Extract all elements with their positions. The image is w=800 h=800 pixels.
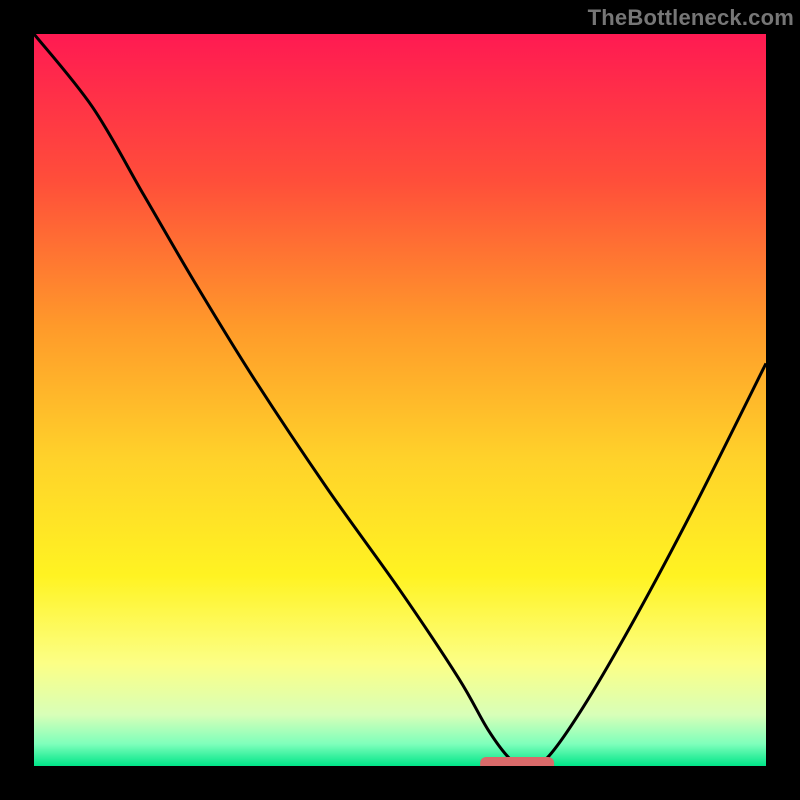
plot-area <box>34 34 766 766</box>
optimum-marker <box>480 757 554 766</box>
chart-svg <box>34 34 766 766</box>
gradient-background <box>34 34 766 766</box>
chart-frame: TheBottleneck.com <box>0 0 800 800</box>
attribution-label: TheBottleneck.com <box>588 5 794 31</box>
